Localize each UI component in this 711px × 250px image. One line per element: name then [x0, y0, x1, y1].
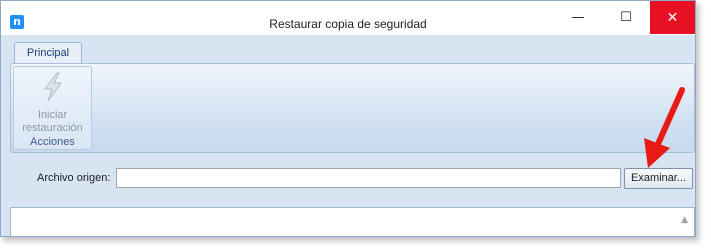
start-restore-label-line2: restauración	[22, 122, 83, 134]
ribbon-group-acciones: Iniciar restauración Acciones	[13, 66, 92, 150]
close-icon: ✕	[666, 9, 679, 26]
ribbon-tab-strip: Principal	[1, 35, 695, 64]
restore-backup-window: n Restaurar copia de seguridad — ☐ ✕ Pri…	[0, 0, 696, 237]
source-file-input[interactable]	[116, 168, 621, 188]
maximize-button[interactable]: ☐	[603, 1, 649, 34]
minimize-button[interactable]: —	[555, 1, 601, 34]
browse-button[interactable]: Examinar...	[624, 168, 693, 189]
source-file-label: Archivo origen:	[37, 172, 111, 184]
title-bar: n Restaurar copia de seguridad — ☐ ✕	[1, 1, 695, 35]
start-restore-button[interactable]: Iniciar restauración	[14, 109, 91, 135]
scroll-up-icon[interactable]: ▲	[681, 215, 688, 225]
tab-principal[interactable]: Principal	[14, 42, 82, 64]
start-restore-label-line1: Iniciar	[37, 109, 68, 121]
ribbon-panel: Iniciar restauración Acciones	[10, 63, 695, 153]
close-button[interactable]: ✕	[650, 1, 695, 34]
log-text-area[interactable]: ▲	[10, 207, 695, 236]
red-arrow-annotation	[644, 87, 685, 168]
group-label-acciones: Acciones	[30, 136, 75, 148]
maximize-icon: ☐	[620, 10, 632, 25]
minimize-icon: —	[571, 10, 585, 25]
lightning-bolt-icon	[44, 72, 62, 102]
